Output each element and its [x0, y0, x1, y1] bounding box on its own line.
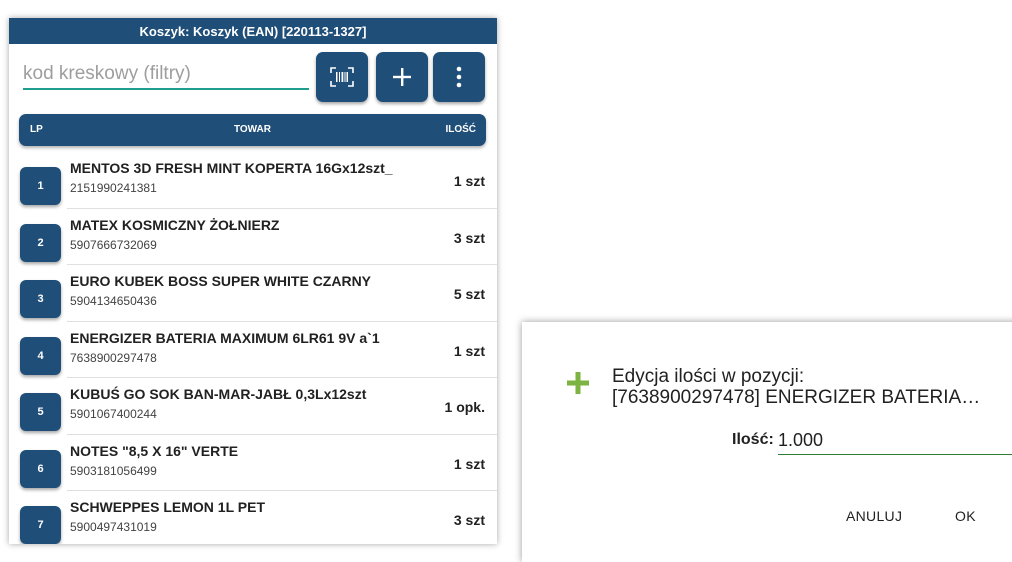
row-number-badge: 1	[20, 167, 61, 205]
table-row[interactable]: 7 SCHWEPPES LEMON 1L PET 5900497431019 3…	[9, 490, 497, 544]
table-row[interactable]: 1 MENTOS 3D FRESH MINT KOPERTA 16Gx12szt…	[9, 151, 497, 208]
product-ean: 5904134650436	[70, 294, 157, 308]
table-header: LP TOWAR ILOŚĆ	[19, 114, 486, 146]
scan-barcode-button[interactable]	[316, 52, 368, 102]
product-name: MATEX KOSMICZNY ŻOŁNIERZ	[70, 216, 280, 233]
dialog-title-line2: [7638900297478] ENERGIZER BATERIA…	[612, 387, 981, 408]
page-title: Koszyk: Koszyk (EAN) [220113-1327]	[139, 23, 367, 39]
row-number-badge: 5	[20, 393, 61, 431]
toolbar	[9, 44, 497, 110]
table-row[interactable]: 2 MATEX KOSMICZNY ŻOŁNIERZ 5907666732069…	[9, 207, 497, 265]
product-ean: 5900497431019	[70, 520, 157, 534]
product-quantity: 1 opk.	[444, 399, 485, 415]
edit-quantity-dialog: Edycja ilości w pozycji: [7638900297478]…	[522, 322, 1012, 562]
dialog-title-line1: Edycja ilości w pozycji:	[612, 366, 805, 387]
ok-button[interactable]: OK	[955, 508, 976, 524]
table-row[interactable]: 5 KUBUŚ GO SOK BAN-MAR-JABŁ 0,3Lx12szt 5…	[9, 377, 497, 434]
product-ean: 2151990241381	[70, 181, 157, 195]
title-bar: Koszyk: Koszyk (EAN) [220113-1327]	[9, 18, 497, 44]
product-ean: 7638900297478	[70, 350, 157, 365]
row-number-badge: 2	[20, 223, 61, 262]
product-quantity: 1 szt	[453, 173, 485, 189]
row-number-badge: 3	[20, 280, 61, 318]
product-name: ENERGIZER BATERIA MAXIMUM 6LR61 9V a`1	[70, 329, 380, 346]
product-ean: 5901067400244	[70, 407, 157, 421]
row-number-badge: 7	[20, 506, 61, 544]
header-ilosc: ILOŚĆ	[445, 124, 476, 135]
table-row[interactable]: 4 ENERGIZER BATERIA MAXIMUM 6LR61 9V a`1…	[9, 320, 497, 378]
table-row[interactable]: 3 EURO KUBEK BOSS SUPER WHITE CZARNY 590…	[9, 264, 497, 321]
basket-screen: Koszyk: Koszyk (EAN) [220113-1327] kod k…	[9, 18, 497, 544]
plus-icon	[567, 372, 589, 394]
plus-icon	[393, 68, 411, 86]
quantity-label: Ilość:	[732, 431, 774, 448]
barcode-scan-icon	[330, 67, 354, 87]
dialog-title: Edycja ilości w pozycji: [7638900297478]…	[612, 366, 980, 408]
product-quantity: 1 szt	[453, 455, 485, 472]
product-name: SCHWEPPES LEMON 1L PET	[70, 499, 265, 515]
product-quantity: 5 szt	[453, 286, 485, 302]
product-name: EURO KUBEK BOSS SUPER WHITE CZARNY	[70, 273, 372, 289]
barcode-search-input[interactable]	[23, 60, 309, 90]
product-ean: 5907666732069	[70, 237, 157, 252]
product-name: NOTES "8,5 X 16" VERTE	[70, 442, 239, 459]
table-row[interactable]: 6 NOTES "8,5 X 16" VERTE 5903181056499 1…	[9, 433, 497, 491]
row-number-badge: 6	[20, 449, 61, 488]
product-name: MENTOS 3D FRESH MINT KOPERTA 16Gx12szt_	[70, 160, 393, 176]
more-vertical-icon	[456, 66, 462, 88]
product-quantity: 3 szt	[453, 512, 485, 528]
cancel-button[interactable]: ANULUJ	[846, 508, 902, 524]
more-options-button[interactable]	[433, 52, 485, 102]
quantity-input[interactable]	[778, 426, 1012, 455]
items-list: 1 MENTOS 3D FRESH MINT KOPERTA 16Gx12szt…	[9, 151, 497, 544]
product-quantity: 1 szt	[453, 342, 485, 359]
product-quantity: 3 szt	[453, 229, 485, 246]
header-towar: TOWAR	[233, 124, 272, 135]
product-ean: 5903181056499	[70, 463, 157, 478]
product-name: KUBUŚ GO SOK BAN-MAR-JABŁ 0,3Lx12szt	[70, 386, 367, 402]
add-item-button[interactable]	[376, 52, 428, 102]
row-number-badge: 4	[20, 336, 61, 375]
